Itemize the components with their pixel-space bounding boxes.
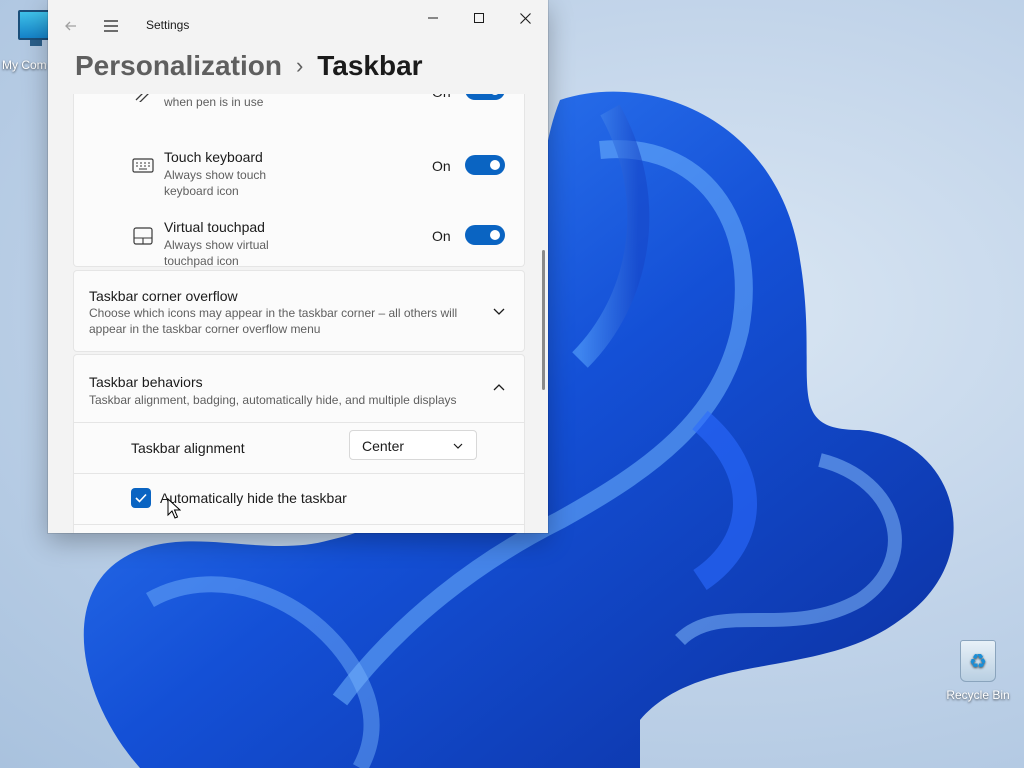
navigation-menu-button[interactable]	[90, 8, 132, 44]
setting-description: Show pen menu icon when pen is in use	[164, 95, 264, 109]
keyboard-icon	[132, 158, 154, 173]
toggle-state-label: On	[432, 94, 451, 100]
touchpad-icon	[133, 227, 153, 245]
desktop-icon-label: My Com	[2, 58, 47, 72]
touch-keyboard-toggle[interactable]	[465, 155, 505, 175]
setting-title: Touch keyboard	[164, 149, 263, 165]
autohide-taskbar-checkbox[interactable]	[131, 488, 151, 508]
back-button[interactable]	[50, 8, 92, 44]
maximize-icon	[474, 13, 484, 23]
back-arrow-icon	[65, 21, 76, 31]
expander-description: Taskbar alignment, badging, automaticall…	[89, 393, 457, 407]
pen-icon	[135, 94, 149, 102]
virtual-touchpad-toggle[interactable]	[465, 225, 505, 245]
minimize-button[interactable]	[410, 0, 456, 36]
desktop-icon-label: Recycle Bin	[946, 688, 1010, 702]
divider	[74, 422, 524, 423]
expander-description: Choose which icons may appear in the tas…	[89, 306, 458, 336]
desktop-icon-recycle-bin[interactable]: ♻ Recycle Bin	[940, 640, 1016, 702]
taskbar-alignment-label: Taskbar alignment	[131, 440, 245, 456]
settings-content[interactable]: Show pen menu icon when pen is in use On…	[48, 94, 548, 533]
checkmark-icon	[135, 493, 147, 503]
taskbar-corner-overflow-expander[interactable]: Taskbar corner overflow Choose which ico…	[73, 270, 525, 352]
expander-title[interactable]: Taskbar behaviors	[89, 374, 203, 390]
taskbar-alignment-dropdown[interactable]: Center	[349, 430, 477, 460]
setting-row-virtual-touchpad: Virtual touchpad Always show virtual tou…	[74, 204, 524, 268]
breadcrumb-parent-link[interactable]: Personalization	[75, 50, 282, 82]
title-bar[interactable]: Settings	[48, 0, 548, 48]
setting-row-pen-menu: Show pen menu icon when pen is in use On	[74, 94, 524, 124]
chevron-down-icon	[453, 443, 463, 449]
breadcrumb: Personalization › Taskbar	[75, 46, 423, 86]
divider	[74, 524, 524, 525]
setting-row-touch-keyboard: Touch keyboard Always show touch keyboar…	[74, 134, 524, 198]
autohide-taskbar-label[interactable]: Automatically hide the taskbar	[160, 490, 347, 506]
setting-description: Always show touch keyboard icon	[164, 168, 267, 198]
minimize-icon	[428, 17, 438, 19]
system-tray-icons-card: Show pen menu icon when pen is in use On…	[73, 94, 525, 268]
vertical-scrollbar[interactable]	[542, 250, 545, 390]
page-title: Taskbar	[317, 50, 423, 81]
breadcrumb-separator-icon: ›	[295, 53, 304, 78]
settings-window: Settings Personalization › Taskbar Show …	[48, 0, 548, 533]
taskbar-behaviors-expander: Taskbar behaviors Taskbar alignment, bad…	[73, 354, 525, 533]
close-button[interactable]	[502, 0, 548, 36]
chevron-up-icon[interactable]	[492, 381, 506, 395]
hamburger-icon	[104, 20, 118, 32]
expander-title: Taskbar corner overflow	[89, 288, 238, 304]
maximize-button[interactable]	[456, 0, 502, 36]
divider	[74, 473, 524, 474]
toggle-state-label: On	[432, 158, 451, 174]
dropdown-selected-value: Center	[362, 438, 405, 454]
recycle-bin-icon: ♻	[960, 640, 996, 682]
pen-menu-toggle[interactable]	[465, 94, 505, 100]
chevron-down-icon[interactable]	[492, 304, 506, 318]
setting-description: Always show virtual touchpad icon	[164, 238, 269, 268]
mouse-cursor-icon	[167, 498, 181, 519]
setting-title: Virtual touchpad	[164, 219, 265, 235]
toggle-state-label: On	[432, 228, 451, 244]
app-title: Settings	[146, 18, 190, 32]
close-icon	[519, 12, 531, 24]
